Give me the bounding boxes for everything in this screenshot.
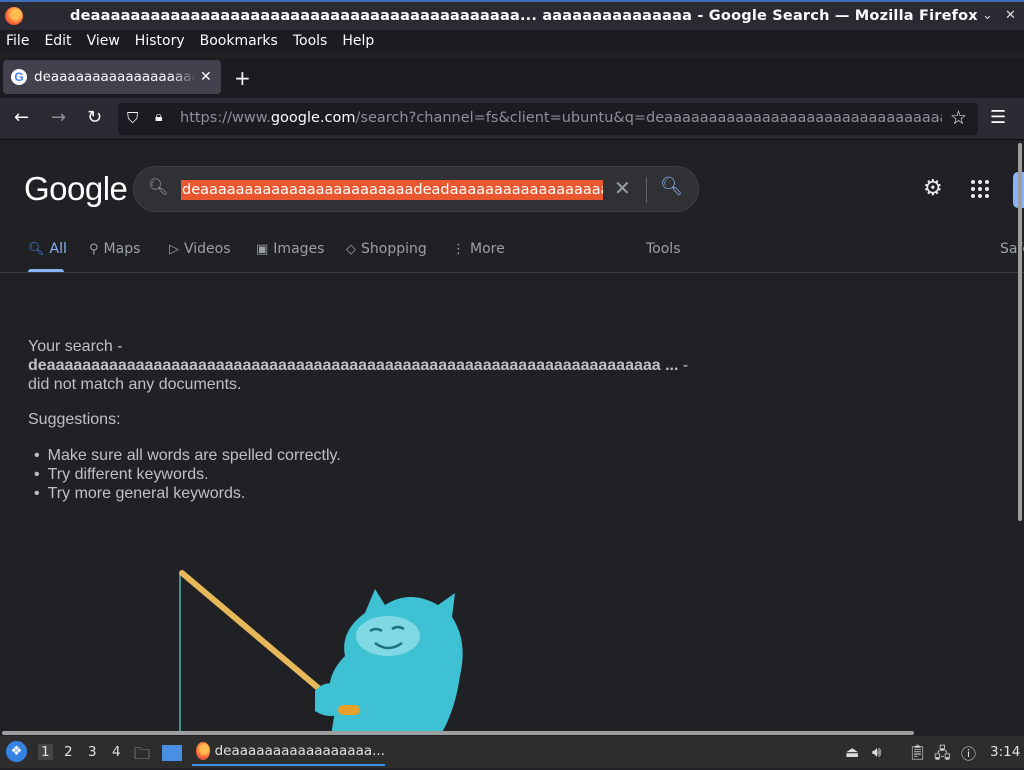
network-icon[interactable]: 🖧 xyxy=(934,743,951,768)
apps-grid-icon[interactable] xyxy=(971,180,989,198)
workspace-3[interactable]: 3 xyxy=(88,744,97,760)
new-tab-icon[interactable]: + xyxy=(234,66,251,90)
url-bar[interactable]: ⛉ 🔒︎ https://www.google.com/search?chann… xyxy=(118,103,978,135)
window-title: deaaaaaaaaaaaaaaaaaaaaaaaaaaaaaaaaaaaaaa… xyxy=(70,8,978,24)
pin-icon: ⚲ xyxy=(89,242,99,257)
clear-icon[interactable]: ✕ xyxy=(614,176,631,200)
back-arrow-icon[interactable]: ← xyxy=(14,107,29,128)
settings-gear-icon[interactable]: ⚙ xyxy=(923,176,943,201)
horizontal-scrollbar[interactable] xyxy=(2,731,914,735)
tag-icon: ◇ xyxy=(346,242,356,257)
tab-maps[interactable]: ⚲ Maps xyxy=(89,241,140,257)
suggestions-list: Make sure all words are spelled correctl… xyxy=(28,446,341,503)
menu-file[interactable]: File xyxy=(6,33,29,49)
clock: 3:14 xyxy=(990,744,1021,760)
search-icon: 🔍︎ xyxy=(28,242,45,257)
workspace-2[interactable]: 2 xyxy=(64,744,73,760)
show-desktop-icon[interactable] xyxy=(162,745,182,761)
shield-icon[interactable]: ⛉ xyxy=(127,109,138,127)
url-text[interactable]: https://www.google.com/search?channel=fs… xyxy=(180,110,942,126)
taskbar: ❖ 1 2 3 4 🗀 deaaaaaaaaaaaaaaaaa... ⏏ 🔊︎ … xyxy=(0,736,1024,768)
tabbar: G deaaaaaaaaaaaaaaaaaaaaaaaaaa ✕ + xyxy=(0,58,1024,98)
tab-close-icon[interactable]: ✕ xyxy=(200,69,212,85)
taskbar-window-label: deaaaaaaaaaaaaaaaaa... xyxy=(214,743,385,759)
hamburger-menu-icon[interactable]: ☰ xyxy=(990,107,1006,128)
search-divider xyxy=(646,177,647,203)
menu-view[interactable]: View xyxy=(87,33,120,49)
firefox-logo-icon xyxy=(5,7,23,25)
tab-title: deaaaaaaaaaaaaaaaaaaaaaaaaaa xyxy=(34,69,196,85)
window-titlebar: deaaaaaaaaaaaaaaaaaaaaaaaaaaaaaaaaaaaaaa… xyxy=(0,0,1024,30)
menu-tools[interactable]: Tools xyxy=(293,33,328,49)
tab-videos[interactable]: ▷ Videos xyxy=(169,241,231,257)
nav-toolbar: ← → ↻ ⛉ 🔒︎ https://www.google.com/search… xyxy=(0,98,1024,140)
play-icon: ▷ xyxy=(169,242,179,257)
tab-shopping-label: Shopping xyxy=(361,241,427,257)
bookmark-star-icon[interactable]: ☆ xyxy=(950,107,967,129)
menu-bookmarks[interactable]: Bookmarks xyxy=(200,33,278,49)
notification-icon[interactable]: ⓘ xyxy=(961,743,976,764)
no-results-message: Your search - deaaaaaaaaaaaaaaaaaaaaaaaa… xyxy=(28,337,708,394)
google-logo[interactable]: Google xyxy=(24,170,128,208)
close-window-icon[interactable]: ✕ xyxy=(1005,8,1016,23)
tab-images-label: Images xyxy=(273,241,325,257)
tab-videos-label: Videos xyxy=(184,241,231,257)
workspace-1[interactable]: 1 xyxy=(38,744,53,760)
file-manager-icon[interactable]: 🗀 xyxy=(134,743,150,770)
clipboard-icon[interactable]: 📋︎ xyxy=(908,743,927,761)
forward-arrow-icon[interactable]: → xyxy=(51,107,66,128)
tab-maps-label: Maps xyxy=(103,241,141,257)
tools-button[interactable]: Tools xyxy=(646,241,681,257)
active-tab-indicator xyxy=(28,269,64,272)
url-rest: /search?channel=fs&client=ubuntu&q=deaaa… xyxy=(355,110,942,126)
tab-images[interactable]: ▣ Images xyxy=(256,241,324,257)
more-vert-icon: ⋮ xyxy=(452,242,465,257)
vertical-scrollbar[interactable] xyxy=(1018,143,1022,521)
volume-icon[interactable]: 🔊︎ xyxy=(872,743,881,761)
menubar: File Edit View History Bookmarks Tools H… xyxy=(0,30,1024,52)
tab-shopping[interactable]: ◇ Shopping xyxy=(346,241,427,257)
tab-more[interactable]: ⋮ More xyxy=(452,241,505,257)
suggestion-item: Try different keywords. xyxy=(28,465,341,484)
search-input[interactable]: deaaaaaaaaaaaaaaaaaaaaaaaadeadaaaaaaaaaa… xyxy=(181,180,603,200)
firefox-icon xyxy=(196,742,210,760)
google-favicon-icon: G xyxy=(11,69,27,85)
taskbar-firefox-window[interactable]: deaaaaaaaaaaaaaaaaa... xyxy=(192,738,385,766)
suggestion-item: Make sure all words are spelled correctl… xyxy=(28,446,341,465)
workspace-4[interactable]: 4 xyxy=(112,744,121,760)
browser-tab[interactable]: G deaaaaaaaaaaaaaaaaaaaaaaaaaa ✕ xyxy=(3,60,221,94)
no-results-prefix: Your search - xyxy=(28,338,123,355)
no-results-query: deaaaaaaaaaaaaaaaaaaaaaaaaaaaaaaaaaaaaaa… xyxy=(28,357,679,374)
url-domain: google.com xyxy=(270,110,356,126)
image-icon: ▣ xyxy=(256,242,269,257)
menu-edit[interactable]: Edit xyxy=(44,33,71,49)
fishing-monster-illustration xyxy=(179,570,463,731)
menu-history[interactable]: History xyxy=(135,33,185,49)
search-box[interactable]: 🔍︎ deaaaaaaaaaaaaaaaaaaaaaaaadeadaaaaaaa… xyxy=(133,166,699,212)
minimize-icon[interactable]: ⌄ xyxy=(982,8,993,23)
suggestion-item: Try more general keywords. xyxy=(28,484,341,503)
search-submit-icon[interactable]: 🔍︎ xyxy=(660,176,683,197)
lock-icon[interactable]: 🔒︎ xyxy=(155,109,162,125)
search-tabs: 🔍︎ All ⚲ Maps ▷ Videos ▣ Images ◇ Shopping ⋮ M… xyxy=(0,237,1024,273)
start-menu-icon[interactable]: ❖ xyxy=(6,741,27,762)
search-icon: 🔍︎ xyxy=(148,177,169,196)
reload-icon[interactable]: ↻ xyxy=(87,107,102,128)
tab-more-label: More xyxy=(470,241,505,257)
tab-all-label: All xyxy=(49,241,67,257)
menu-help[interactable]: Help xyxy=(342,33,374,49)
tray-upload-icon[interactable]: ⏏ xyxy=(845,743,859,761)
url-prefix: https://www. xyxy=(180,110,271,126)
suggestions-heading: Suggestions: xyxy=(28,411,121,428)
page-content: Google 🔍︎ deaaaaaaaaaaaaaaaaaaaaaaaadead… xyxy=(0,141,1024,731)
tab-all[interactable]: 🔍︎ All xyxy=(28,241,67,257)
